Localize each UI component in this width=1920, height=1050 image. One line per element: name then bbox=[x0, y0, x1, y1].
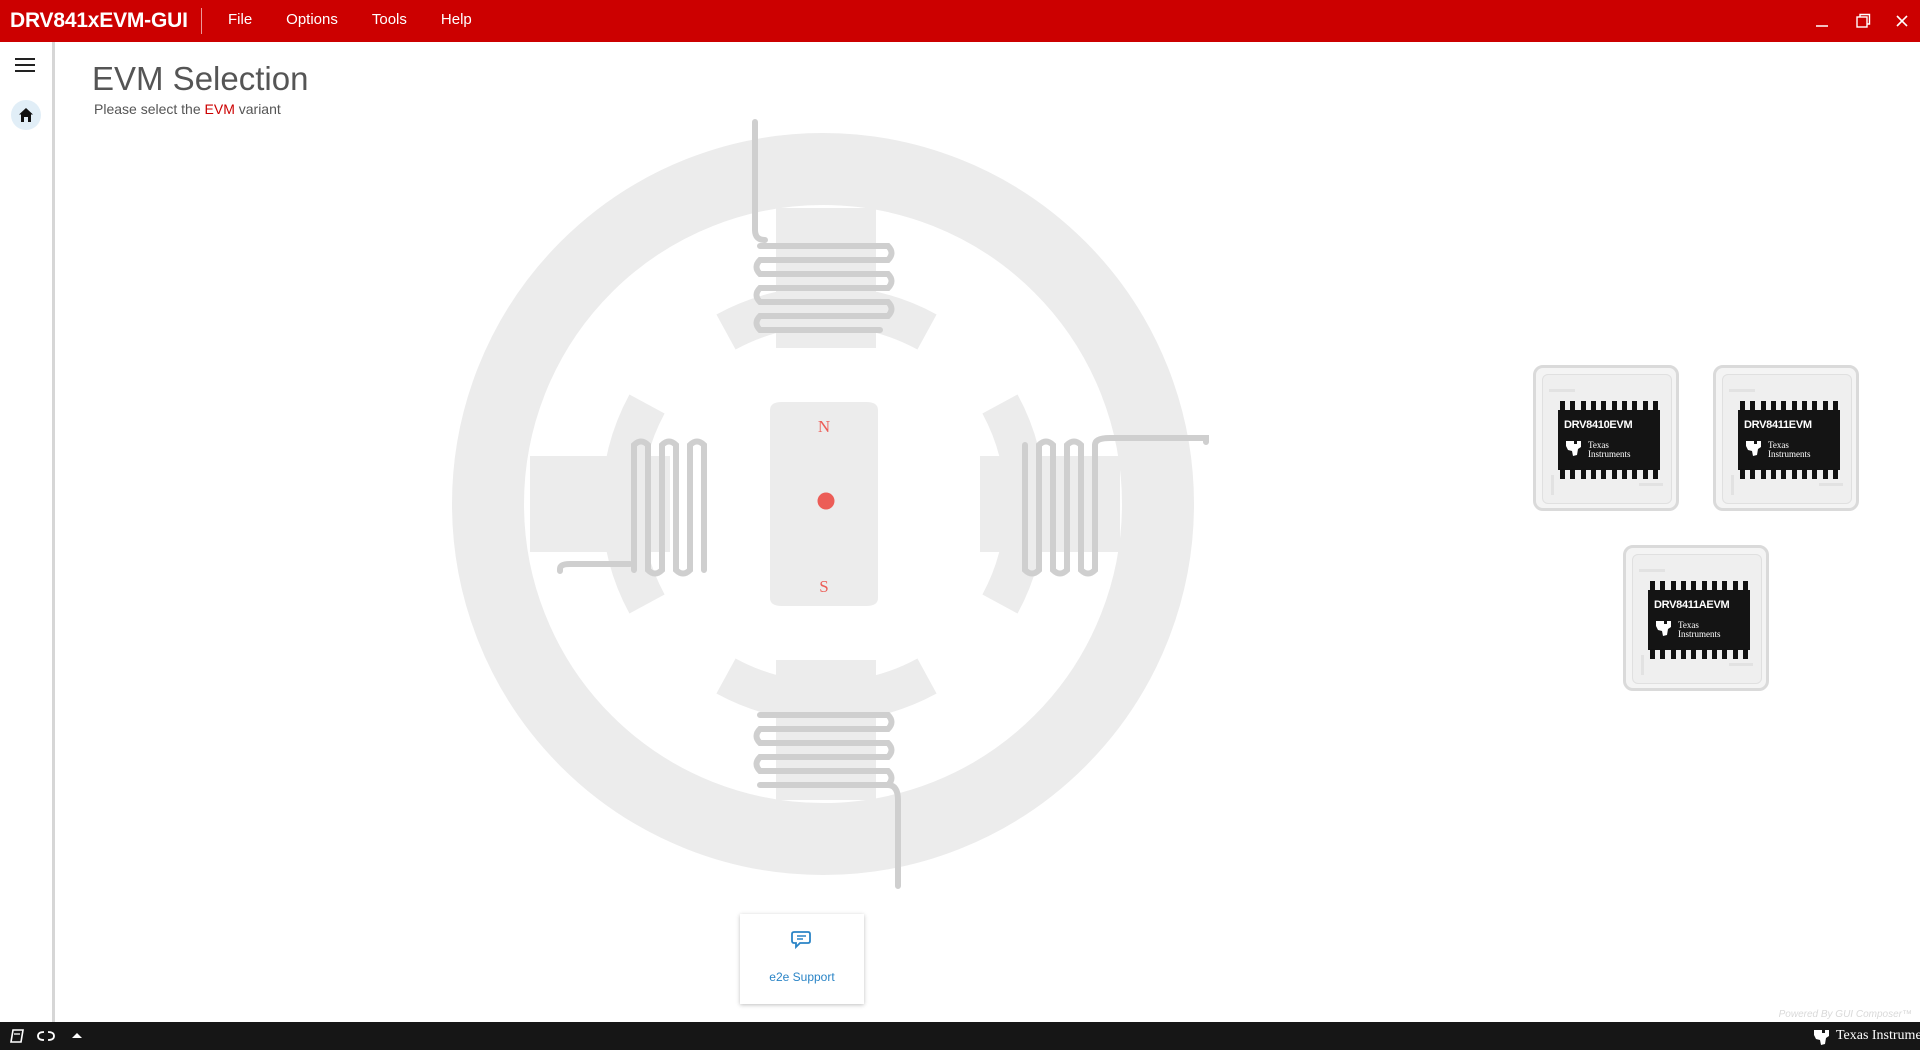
rotor-center-dot bbox=[817, 492, 835, 510]
hamburger-icon bbox=[15, 58, 35, 72]
evm-card-drv8410[interactable]: DRV8410EVM Texas Instruments bbox=[1533, 365, 1679, 511]
stepper-motor-illustration: N S bbox=[452, 119, 1209, 889]
ti-logo: Texas Instruments bbox=[1654, 618, 1744, 644]
hamburger-menu-button[interactable] bbox=[14, 55, 38, 75]
subtitle-highlight: EVM bbox=[204, 101, 235, 117]
page-subtitle: Please select the EVM variant bbox=[94, 101, 281, 117]
menu-tools[interactable]: Tools bbox=[355, 0, 424, 42]
close-button[interactable] bbox=[1882, 0, 1920, 42]
subtitle-suffix: variant bbox=[234, 101, 281, 117]
subtitle-prefix: Please select the bbox=[94, 101, 205, 117]
ti-logo-text: Texas Instruments bbox=[1678, 621, 1721, 639]
rotor-north-label: N bbox=[818, 417, 830, 436]
board-trace bbox=[1819, 483, 1843, 486]
chip-pins-bottom bbox=[1560, 469, 1658, 479]
ti-brand-text: Texas Instruments bbox=[1835, 1028, 1920, 1043]
evm-chip-label: DRV8411AEVM bbox=[1654, 599, 1730, 611]
board-trace bbox=[1639, 483, 1663, 486]
logo-line-2: Instruments bbox=[1678, 629, 1721, 639]
chip-pins-bottom bbox=[1740, 469, 1838, 479]
chip-pins-bottom bbox=[1650, 649, 1748, 659]
status-bar: Texas Instruments bbox=[0, 1022, 1920, 1050]
ti-footer-logo: Texas Instruments bbox=[1812, 1027, 1920, 1045]
logo-line-2: Instruments bbox=[1588, 449, 1631, 459]
powered-by-text: Powered By GUI Composer™ bbox=[1778, 1009, 1912, 1020]
e2e-support-label: e2e Support bbox=[769, 970, 835, 984]
board-trace bbox=[1551, 475, 1554, 495]
book-icon[interactable] bbox=[9, 1028, 25, 1044]
ti-logo-icon bbox=[1813, 1030, 1829, 1045]
board-trace bbox=[1549, 389, 1575, 392]
connection-icon[interactable] bbox=[34, 1028, 60, 1044]
chat-bubbles-icon bbox=[791, 931, 811, 950]
e2e-support-button[interactable]: e2e Support bbox=[740, 914, 864, 1004]
menu-help[interactable]: Help bbox=[424, 0, 489, 42]
ti-logo: Texas Instruments bbox=[1564, 438, 1654, 464]
minimize-icon bbox=[1816, 25, 1828, 27]
menu-options[interactable]: Options bbox=[269, 0, 355, 42]
ti-logo: Texas Instruments bbox=[1744, 438, 1834, 464]
sidebar bbox=[0, 42, 55, 1022]
evm-chip: DRV8411EVM Texas Instruments bbox=[1738, 410, 1840, 470]
rotor-south-label: S bbox=[819, 577, 828, 596]
ti-logo-icon bbox=[1746, 441, 1761, 456]
board-trace bbox=[1639, 569, 1665, 572]
ti-logo-text: Texas Instruments bbox=[1588, 441, 1631, 459]
board-trace bbox=[1729, 663, 1753, 666]
app-title: DRV841xEVM-GUI bbox=[10, 9, 188, 32]
ti-logo-text: Texas Instruments bbox=[1768, 441, 1811, 459]
menu-file[interactable]: File bbox=[211, 0, 269, 42]
evm-chip: DRV8410EVM Texas Instruments bbox=[1558, 410, 1660, 470]
home-icon bbox=[19, 108, 33, 122]
evm-chip-label: DRV8411EVM bbox=[1744, 419, 1812, 431]
evm-chip: DRV8411AEVM Texas Instruments bbox=[1648, 590, 1750, 650]
evm-card-drv8411[interactable]: DRV8411EVM Texas Instruments bbox=[1713, 365, 1859, 511]
chevron-up-icon[interactable] bbox=[70, 1028, 84, 1044]
logo-line-2: Instruments bbox=[1768, 449, 1811, 459]
evm-card-drv8411a[interactable]: DRV8411AEVM Texas Instruments bbox=[1623, 545, 1769, 691]
ti-logo-icon bbox=[1566, 441, 1581, 456]
page-title: EVM Selection bbox=[92, 60, 309, 97]
close-icon bbox=[1896, 15, 1908, 27]
board-trace bbox=[1731, 475, 1734, 495]
restore-icon bbox=[1856, 13, 1871, 28]
menu-bar: File Options Tools Help bbox=[211, 0, 489, 42]
restore-button[interactable] bbox=[1843, 0, 1883, 42]
title-bar: DRV841xEVM-GUI File Options Tools Help bbox=[0, 0, 1920, 42]
board-trace bbox=[1641, 655, 1644, 675]
evm-chip-label: DRV8410EVM bbox=[1564, 419, 1633, 431]
board-trace bbox=[1729, 389, 1755, 392]
ti-logo-icon bbox=[1656, 621, 1671, 636]
home-button[interactable] bbox=[11, 100, 41, 130]
title-separator bbox=[201, 8, 202, 34]
minimize-button[interactable] bbox=[1802, 0, 1842, 42]
